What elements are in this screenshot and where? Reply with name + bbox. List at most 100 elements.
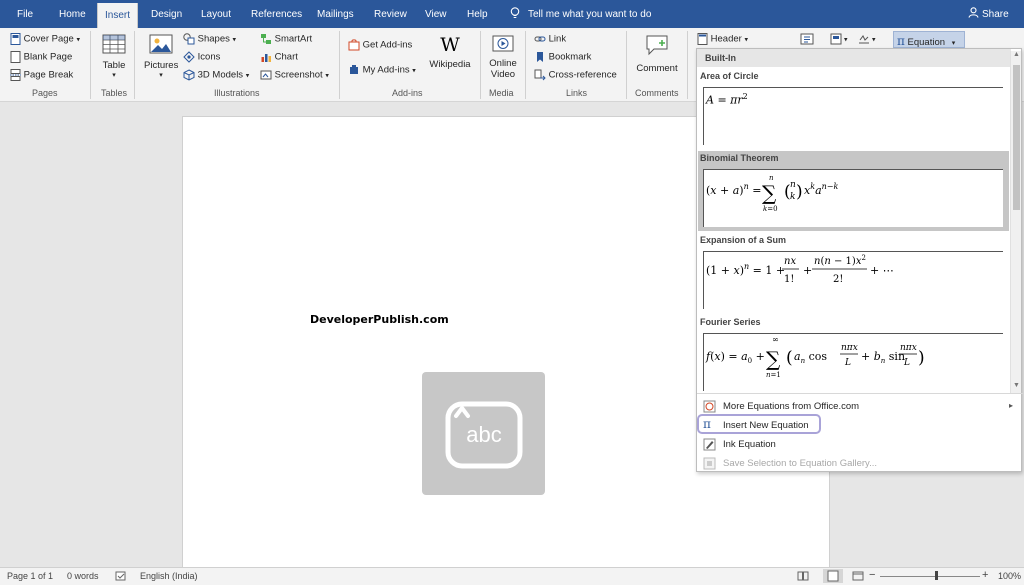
equation-label: Equation <box>907 37 946 48</box>
zoom-out-button[interactable]: − <box>869 569 875 581</box>
share-button[interactable]: Share <box>968 0 1009 28</box>
ink-equation-item[interactable]: Ink Equation <box>697 435 1023 454</box>
svg-text:1!: 1! <box>784 274 794 285</box>
svg-text:∑: ∑ <box>766 347 781 371</box>
status-bar: Page 1 of 1 0 words English (India) − + … <box>0 567 1024 585</box>
tab-view[interactable]: View <box>425 0 447 28</box>
tab-file[interactable]: File <box>17 0 33 28</box>
zoom-slider-thumb[interactable] <box>935 571 938 580</box>
svg-text:): ) <box>918 348 925 368</box>
lightbulb-icon <box>510 7 520 19</box>
icons-label: Icons <box>197 51 221 63</box>
online-video-button[interactable]: Online Video <box>486 34 520 80</box>
screenshot-label: Screenshot <box>274 69 323 81</box>
svg-text:an cos: an cos <box>794 350 827 365</box>
text-box-button[interactable] <box>800 33 814 45</box>
3d-models-button[interactable]: 3D Models ▾ <box>183 69 249 81</box>
text-box-icon <box>800 33 814 45</box>
area-formula: A = πr2 <box>706 92 748 107</box>
print-layout-icon[interactable] <box>823 569 843 583</box>
insert-new-equation-focus-ring <box>697 414 821 434</box>
quick-parts-button[interactable]: ▾ <box>830 33 847 45</box>
document-text: DeveloperPublish.com <box>310 313 449 326</box>
proofing-icon[interactable] <box>115 571 127 584</box>
smartart-button[interactable]: SmartArt <box>260 33 312 45</box>
fourier-formula: f(x) = a0 + ∞ ∑ n=1 ( an cos nπx L + bn … <box>705 335 925 379</box>
svg-text:+ bn sin: + bn sin <box>861 350 905 365</box>
tab-references[interactable]: References <box>251 0 302 28</box>
zoom-level[interactable]: 100% <box>998 571 1021 581</box>
svg-text:k=0: k=0 <box>763 205 778 213</box>
icons-button[interactable]: Icons <box>183 51 220 63</box>
cross-reference-label: Cross-reference <box>548 69 617 81</box>
equation-fourier-series[interactable]: f(x) = a0 + ∞ ∑ n=1 ( an cos nπx L + bn … <box>703 333 1003 391</box>
cross-reference-button[interactable]: Cross-reference <box>534 69 617 81</box>
equation-area-of-circle[interactable]: A = πr2 <box>703 87 1003 145</box>
tell-me-search[interactable]: Tell me what you want to do <box>510 0 651 28</box>
tab-mailings[interactable]: Mailings <box>317 0 354 28</box>
zoom-slider[interactable] <box>880 576 980 577</box>
group-label-addins: Add-ins <box>392 88 423 98</box>
save-gallery-icon <box>703 457 716 470</box>
chart-button[interactable]: Chart <box>260 51 298 63</box>
svg-text:(: ( <box>786 348 793 368</box>
keyboard-abc-icon: abc <box>422 372 545 495</box>
blank-page-icon <box>10 51 21 63</box>
tab-review[interactable]: Review <box>374 0 407 28</box>
page-count[interactable]: Page 1 of 1 <box>7 571 53 581</box>
expansion-formula: (1 + x)n = 1 + nx 1! + n(n − 1)x2 2! + ⋯ <box>706 254 894 285</box>
read-mode-icon[interactable] <box>797 571 809 583</box>
pictures-button[interactable]: Pictures ▾ <box>144 34 178 79</box>
pi-icon: π <box>897 34 905 48</box>
equation-button[interactable]: π Equation ▾ <box>893 31 965 48</box>
header-icon <box>697 33 708 45</box>
svg-text:2!: 2! <box>833 274 843 285</box>
scroll-thumb[interactable] <box>1013 65 1020 210</box>
screenshot-button[interactable]: Screenshot ▾ <box>260 69 329 81</box>
menu-bar: File Home Insert Design Layout Reference… <box>0 0 1024 28</box>
tab-home[interactable]: Home <box>59 0 86 28</box>
pictures-label: Pictures <box>144 60 179 71</box>
web-layout-icon[interactable] <box>852 571 864 583</box>
zoom-in-button[interactable]: + <box>982 569 988 581</box>
get-addins-button[interactable]: Get Add-ins <box>348 39 412 51</box>
shapes-button[interactable]: Shapes ▾ <box>183 33 236 45</box>
bookmark-label: Bookmark <box>548 51 592 63</box>
scroll-down-arrow[interactable]: ▼ <box>1013 382 1020 389</box>
link-button[interactable]: Link <box>534 33 566 45</box>
table-button[interactable]: Table ▾ <box>101 34 127 79</box>
bookmark-button[interactable]: Bookmark <box>534 51 591 63</box>
wikipedia-button[interactable]: W Wikipedia <box>428 34 472 70</box>
tab-insert[interactable]: Insert <box>97 3 138 28</box>
online-video-label-2: Video <box>490 69 516 80</box>
signature-line-button[interactable]: ▾ <box>858 33 875 45</box>
gallery-scrollbar[interactable]: ▲ ▼ <box>1010 51 1021 393</box>
3d-models-label: 3D Models <box>197 69 244 81</box>
my-addins-button[interactable]: My Add-ins ▾ <box>348 64 416 76</box>
office-web-icon <box>703 400 716 413</box>
save-selection-item[interactable]: Save Selection to Equation Gallery... <box>697 454 1023 473</box>
tab-layout[interactable]: Layout <box>201 0 231 28</box>
svg-text:f(x) = a0 +: f(x) = a0 + <box>705 350 765 365</box>
blank-page-button[interactable]: Blank Page <box>10 51 72 63</box>
ribbon-divider <box>525 31 526 99</box>
header-button[interactable]: Header ▾ <box>697 33 748 45</box>
tab-help[interactable]: Help <box>467 0 488 28</box>
word-count[interactable]: 0 words <box>67 571 99 581</box>
comment-button[interactable]: Comment <box>632 34 682 74</box>
tab-design[interactable]: Design <box>151 0 182 28</box>
wikipedia-label: Wikipedia <box>429 59 471 70</box>
group-label-media: Media <box>489 88 514 98</box>
tell-me-label: Tell me what you want to do <box>528 9 652 20</box>
cover-page-button[interactable]: Cover Page ▾ <box>10 33 80 45</box>
equation-expansion-of-sum[interactable]: (1 + x)n = 1 + nx 1! + n(n − 1)x2 2! + ⋯ <box>703 251 1003 309</box>
cube-icon <box>183 69 195 81</box>
svg-text:(1 + x)n = 1 +: (1 + x)n = 1 + <box>706 262 785 277</box>
page-break-button[interactable]: Page Break <box>10 69 73 81</box>
ribbon-divider <box>687 31 688 99</box>
svg-text:(x + a)n =: (x + a)n = <box>706 182 761 197</box>
get-addins-label: Get Add-ins <box>362 39 413 51</box>
equation-binomial-theorem[interactable]: (x + a)n = n ∑ k=0 ( n k ) xkan−k <box>703 169 1003 227</box>
language-indicator[interactable]: English (India) <box>140 571 198 581</box>
scroll-up-arrow[interactable]: ▲ <box>1013 51 1020 58</box>
